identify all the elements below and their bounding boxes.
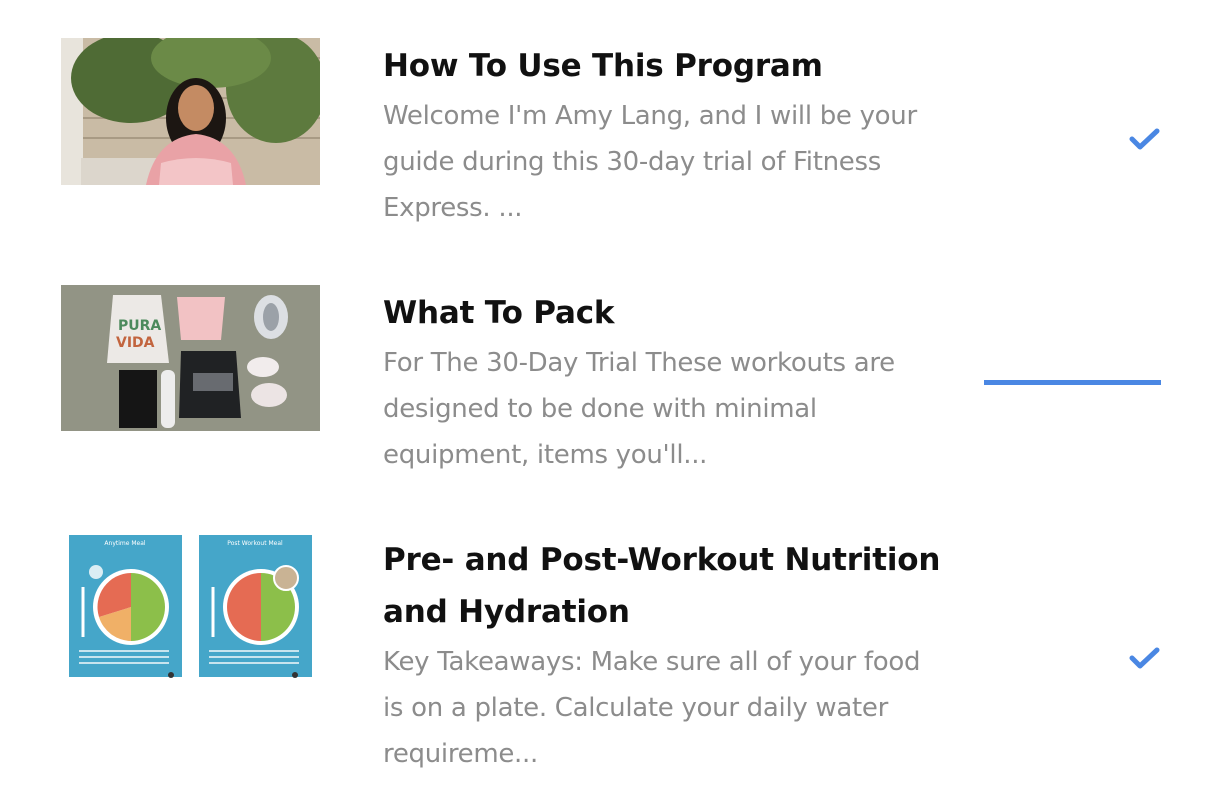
- infographic-title: Post Workout Meal: [227, 540, 283, 547]
- lesson-description: Key Takeaways: Make sure all of your foo…: [383, 639, 983, 777]
- checkmark-icon: [1129, 647, 1160, 674]
- lesson-text: What To Pack For The 30-Day Trial These …: [383, 287, 983, 478]
- description-line: Express. ...: [383, 193, 523, 223]
- lesson-title[interactable]: What To Pack: [383, 287, 983, 339]
- lesson-text: Pre- and Post-Workout Nutrition and Hydr…: [383, 534, 983, 777]
- lesson-item-nutrition[interactable]: Anytime Meal Post Workout Meal Pre- and …: [0, 500, 1219, 807]
- lesson-item-what-to-pack[interactable]: PURA VIDA What To Pack For The 30-Day Tr…: [0, 250, 1219, 500]
- lesson-description: Welcome I'm Amy Lang, and I will be your…: [383, 93, 983, 231]
- infographic-title: Anytime Meal: [104, 540, 145, 547]
- description-line: is on a plate. Calculate your daily wate…: [383, 693, 888, 723]
- lesson-description: For The 30-Day Trial These workouts are …: [383, 340, 983, 478]
- lesson-progress-bar: [984, 380, 1161, 385]
- lesson-title[interactable]: How To Use This Program: [383, 40, 983, 92]
- svg-text:PURA: PURA: [118, 318, 161, 334]
- title-line: and Hydration: [383, 594, 630, 630]
- lesson-text: How To Use This Program Welcome I'm Amy …: [383, 40, 983, 231]
- description-line: Welcome I'm Amy Lang, and I will be your: [383, 101, 917, 131]
- svg-text:VIDA: VIDA: [116, 335, 155, 351]
- lesson-item-how-to-use[interactable]: How To Use This Program Welcome I'm Amy …: [0, 0, 1219, 250]
- lesson-progress-fill: [984, 380, 1161, 385]
- lesson-title[interactable]: Pre- and Post-Workout Nutrition and Hydr…: [383, 534, 983, 638]
- lesson-thumbnail-instructor[interactable]: [61, 38, 320, 185]
- lesson-thumbnail-nutrition[interactable]: Anytime Meal Post Workout Meal: [61, 532, 315, 680]
- title-line: Pre- and Post-Workout Nutrition: [383, 542, 941, 578]
- checkmark-icon: [1129, 128, 1160, 155]
- description-line: guide during this 30-day trial of Fitnes…: [383, 147, 881, 177]
- description-line: Key Takeaways: Make sure all of your foo…: [383, 647, 921, 677]
- description-line: requireme...: [383, 739, 538, 769]
- lesson-list: How To Use This Program Welcome I'm Amy …: [0, 0, 1219, 807]
- description-line: equipment, items you'll...: [383, 440, 708, 470]
- description-line: designed to be done with minimal: [383, 394, 817, 424]
- lesson-thumbnail-gear[interactable]: PURA VIDA: [61, 285, 320, 431]
- description-line: For The 30-Day Trial These workouts are: [383, 348, 895, 378]
